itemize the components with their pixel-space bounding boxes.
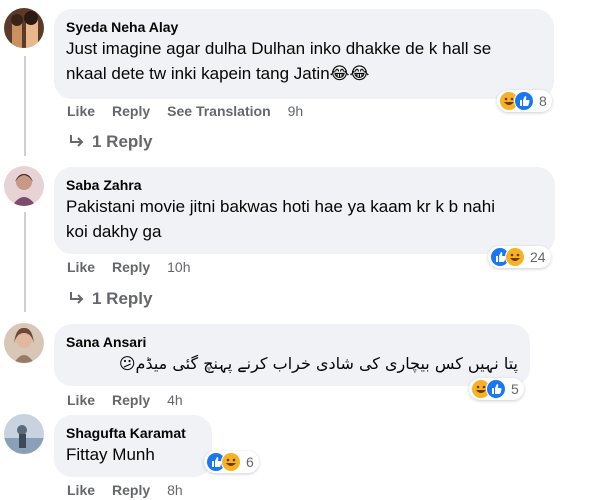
thread-line — [24, 56, 26, 156]
reaction-count: 24 — [530, 249, 546, 265]
comment-bubble: Shagufta Karamat Fittay Munh — [54, 415, 212, 477]
view-replies-link[interactable]: 1 Reply — [68, 289, 152, 309]
comment-text: Fittay Munh — [66, 445, 155, 464]
comment-text: koi dakhy ga — [66, 222, 162, 241]
like-button[interactable]: Like — [67, 481, 95, 499]
reply-button[interactable]: Reply — [112, 258, 150, 276]
reaction-count: 6 — [246, 454, 254, 470]
reply-arrow-icon — [70, 292, 84, 304]
comment-text: پتا نہیں کس بیچاری کی شادی خراب کرنے پہن… — [118, 354, 518, 373]
comment-actions: Like Reply 4h — [67, 391, 183, 409]
reaction-summary[interactable]: 6 — [204, 451, 259, 473]
comment-actions: Like Reply 8h — [67, 481, 183, 499]
reply-button[interactable]: Reply — [112, 481, 150, 499]
like-button[interactable]: Like — [67, 102, 95, 120]
timestamp[interactable]: 4h — [167, 391, 183, 409]
thread-line — [24, 212, 26, 312]
reaction-count: 8 — [539, 93, 547, 109]
reaction-summary[interactable]: 8 — [497, 90, 552, 112]
avatar[interactable] — [4, 323, 44, 363]
view-replies-link[interactable]: 1 Reply — [68, 132, 152, 152]
haha-reaction-icon — [505, 247, 525, 267]
reaction-summary[interactable]: 5 — [469, 378, 524, 400]
avatar[interactable] — [4, 8, 44, 48]
reaction-count: 5 — [511, 381, 519, 397]
view-replies-label: 1 Reply — [92, 289, 153, 308]
comment-author[interactable]: Sana Ansari — [66, 333, 518, 351]
reply-button[interactable]: Reply — [112, 102, 150, 120]
avatar[interactable] — [4, 414, 44, 454]
comment-actions: Like Reply See Translation 9h — [67, 102, 303, 120]
comment-bubble: Syeda Neha Alay Just imagine agar dulha … — [54, 9, 554, 99]
see-translation-button[interactable]: See Translation — [167, 102, 270, 120]
like-reaction-icon — [486, 379, 506, 399]
reply-arrow-icon — [70, 135, 84, 147]
haha-reaction-icon — [221, 452, 241, 472]
timestamp[interactable]: 9h — [288, 102, 304, 120]
view-replies-label: 1 Reply — [92, 132, 153, 151]
comment-text: Pakistani movie jitni bakwas hoti hae ya… — [66, 197, 495, 216]
avatar[interactable] — [4, 166, 44, 206]
comment-author[interactable]: Saba Zahra — [66, 176, 543, 194]
comment-text: nkaal dete tw inki kapein tang Jatin😂😂 — [66, 64, 370, 83]
timestamp[interactable]: 8h — [167, 481, 183, 499]
comment-actions: Like Reply 10h — [67, 258, 191, 276]
like-button[interactable]: Like — [67, 391, 95, 409]
comment-author[interactable]: Syeda Neha Alay — [66, 18, 542, 36]
comment-bubble: Sana Ansari پتا نہیں کس بیچاری کی شادی خ… — [54, 324, 530, 386]
comment-text: Just imagine agar dulha Dulhan inko dhak… — [66, 39, 492, 58]
like-reaction-icon — [514, 91, 534, 111]
comment-bubble: Saba Zahra Pakistani movie jitni bakwas … — [54, 167, 555, 254]
reply-button[interactable]: Reply — [112, 391, 150, 409]
reaction-summary[interactable]: 24 — [488, 246, 551, 268]
comment-author[interactable]: Shagufta Karamat — [66, 424, 200, 442]
timestamp[interactable]: 10h — [167, 258, 190, 276]
like-button[interactable]: Like — [67, 258, 95, 276]
